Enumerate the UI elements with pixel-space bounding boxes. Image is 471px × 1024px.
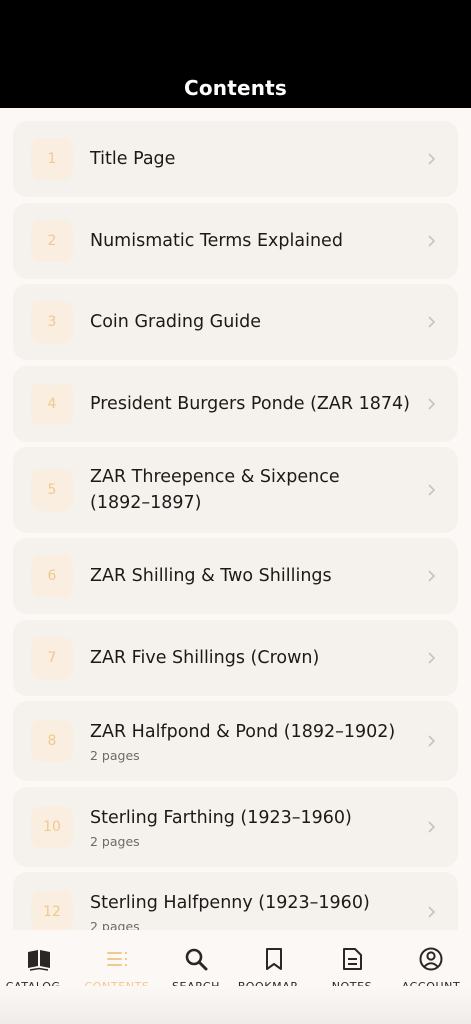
chevron-right-icon xyxy=(428,316,436,328)
chapter-number-badge: 12 xyxy=(31,891,73,930)
list-item[interactable]: 1 Title Page xyxy=(13,121,458,197)
chapter-number-badge: 2 xyxy=(31,220,73,262)
list-item[interactable]: 2 Numismatic Terms Explained xyxy=(13,203,458,279)
chapter-number-badge: 1 xyxy=(31,138,73,180)
list-item[interactable]: 7 ZAR Five Shillings (Crown) xyxy=(13,620,458,696)
notes-icon xyxy=(343,948,362,970)
chapter-number-badge: 5 xyxy=(31,469,73,511)
list-item[interactable]: 5 ZAR Threepence & Sixpence (1892–1897) xyxy=(13,447,458,533)
chevron-right-icon xyxy=(428,153,436,165)
chevron-right-icon xyxy=(428,906,436,918)
chapter-number-badge: 7 xyxy=(31,637,73,679)
list-item[interactable]: 6 ZAR Shilling & Two Shillings xyxy=(13,538,458,614)
chapter-number-badge: 3 xyxy=(31,301,73,343)
chapter-title: ZAR Five Shillings (Crown) xyxy=(90,648,320,668)
chevron-right-icon xyxy=(428,652,436,664)
chevron-right-icon xyxy=(428,735,436,747)
contents-list[interactable]: 1 Title Page 2 Numismatic Terms Explaine… xyxy=(0,108,471,930)
chapter-title: Sterling Farthing (1923–1960) xyxy=(90,808,352,828)
list-item[interactable]: 12 Sterling Halfpenny (1923–1960) 2 page… xyxy=(13,872,458,930)
bookmark-icon xyxy=(266,948,282,970)
search-icon xyxy=(185,948,208,971)
chapter-title: President Burgers Ponde (ZAR 1874) xyxy=(90,394,410,414)
chapter-title: ZAR Halfpond & Pond (1892–1902) xyxy=(90,722,396,742)
page-count: 2 pages xyxy=(90,919,140,930)
home-indicator-area xyxy=(0,986,471,1024)
list-item[interactable]: 10 Sterling Farthing (1923–1960) 2 pages xyxy=(13,787,458,867)
chevron-right-icon xyxy=(428,235,436,247)
chapter-title: ZAR Shilling & Two Shillings xyxy=(90,566,332,586)
chapter-title: Title Page xyxy=(90,149,176,169)
list-item[interactable]: 3 Coin Grading Guide xyxy=(13,284,458,360)
contents-screen: Contents 1 Title Page 2 Numismatic Terms… xyxy=(0,0,471,1024)
chapter-number-badge: 4 xyxy=(31,383,73,425)
list-icon xyxy=(107,952,127,966)
chapter-number-badge: 10 xyxy=(31,806,73,848)
chapter-number-badge: 6 xyxy=(31,555,73,597)
page-title: Contents xyxy=(183,76,288,100)
chevron-right-icon xyxy=(428,484,436,496)
account-icon xyxy=(419,947,443,971)
chevron-right-icon xyxy=(428,398,436,410)
chevron-right-icon xyxy=(428,570,436,582)
chapter-title: Coin Grading Guide xyxy=(90,312,262,332)
chapter-title: Sterling Halfpenny (1923–1960) xyxy=(90,893,370,913)
chapter-number-badge: 8 xyxy=(31,720,73,762)
chapter-title: Numismatic Terms Explained xyxy=(90,231,343,251)
list-item[interactable]: 8 ZAR Halfpond & Pond (1892–1902) 2 page… xyxy=(13,701,458,781)
header-bar: Contents xyxy=(0,0,471,108)
page-count: 2 pages xyxy=(90,834,140,849)
list-item[interactable]: 4 President Burgers Ponde (ZAR 1874) xyxy=(13,366,458,442)
book-open-icon xyxy=(28,950,50,971)
chapter-title: ZAR Threepence & Sixpence (1892–1897) xyxy=(90,467,340,513)
page-count: 2 pages xyxy=(90,748,140,763)
chevron-right-icon xyxy=(428,821,436,833)
